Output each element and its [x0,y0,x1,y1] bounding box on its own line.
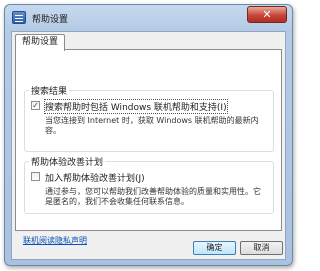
tab-panel: 搜索结果 ✓ 搜索帮助时包括 Windows 联机帮助和支持(I) 当您连接到 … [15,49,282,231]
search-results-group: 搜索结果 ✓ 搜索帮助时包括 Windows 联机帮助和支持(I) 当您连接到 … [24,84,274,152]
title-bar[interactable]: 帮助设置 ✕ [5,5,292,31]
improvement-program-group-title: 帮助体验改善计划 [29,155,106,168]
help-settings-window: 帮助设置 ✕ 帮助设置 搜索结果 ✓ 搜索帮助时包括 Windows 联机帮助和… [4,4,293,266]
privacy-statement-link[interactable]: 联机阅读隐私声明 [23,235,87,246]
join-improvement-program-label[interactable]: 加入帮助体验改善计划(J) [45,171,145,184]
improvement-program-group: 帮助体验改善计划 加入帮助体验改善计划(J) 通过参与，您可以帮助我们改善帮助体… [24,155,274,214]
dialog-client-area: 帮助设置 搜索结果 ✓ 搜索帮助时包括 Windows 联机帮助和支持(I) 当… [11,31,286,260]
tab-help-settings[interactable]: 帮助设置 [15,34,66,51]
join-improvement-program-checkbox[interactable] [31,172,40,181]
help-settings-app-icon [12,11,26,24]
cancel-button[interactable]: 取消 [240,241,283,255]
ok-button[interactable]: 确定 [193,241,236,255]
checkmark-icon: ✓ [32,101,39,110]
improvement-program-description: 通过参与，您可以帮助我们改善帮助体验的质量和实用性。它是匿名的，我们不会收集任何… [45,187,261,206]
search-results-group-title: 搜索结果 [29,84,70,97]
search-results-description: 当您连接到 Internet 时，获取 Windows 联机帮助的最新内容。 [45,116,259,135]
include-online-help-checkbox[interactable]: ✓ [31,101,40,110]
window-title: 帮助设置 [32,15,69,25]
close-button[interactable]: ✕ [247,6,287,23]
include-online-help-label[interactable]: 搜索帮助时包括 Windows 联机帮助和支持(I) [44,99,228,114]
close-icon: ✕ [262,8,272,21]
